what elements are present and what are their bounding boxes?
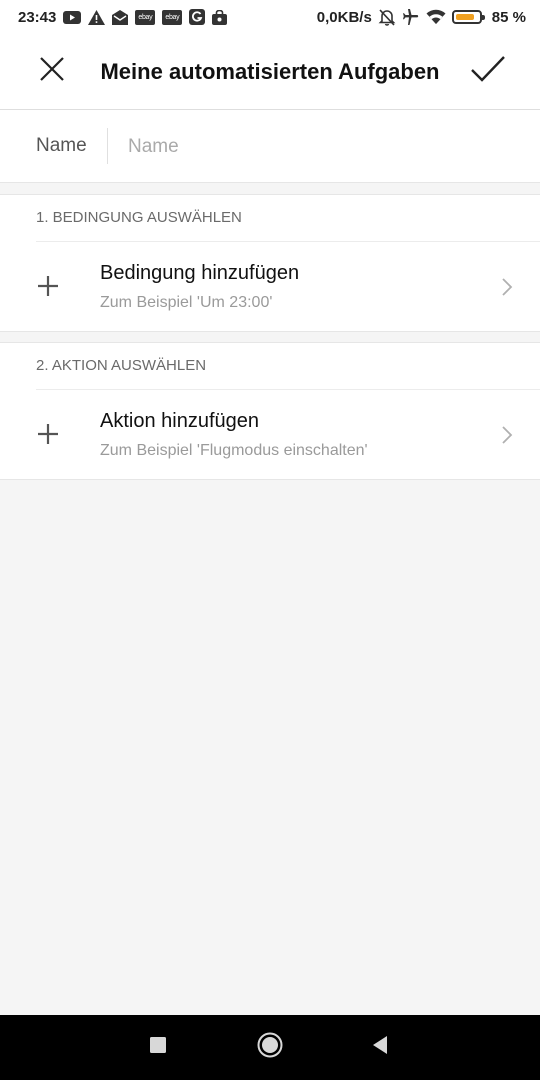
battery-percent: 85 %	[491, 8, 526, 26]
battery-icon	[451, 10, 485, 24]
name-label: Name	[36, 135, 87, 156]
divider	[107, 128, 108, 164]
section-heading: 1. BEDINGUNG AUSWÄHLEN	[36, 195, 540, 242]
add-action-item[interactable]: Aktion hinzufügen Zum Beispiel 'Flugmodu…	[0, 390, 540, 479]
recents-button[interactable]	[128, 1015, 188, 1080]
chevron-right-icon	[500, 278, 514, 296]
add-action-title: Aktion hinzufügen	[100, 410, 260, 432]
add-condition-title: Bedingung hinzufügen	[100, 262, 300, 284]
back-icon	[371, 1035, 389, 1060]
airplane-icon	[402, 8, 420, 26]
bag-icon	[212, 9, 228, 25]
battery-level-fill	[455, 14, 475, 20]
app-g-icon	[189, 9, 206, 25]
add-condition-subtitle: Zum Beispiel 'Um 23:00'	[100, 294, 273, 311]
status-bar: 23:43 ebay ebay 0,0KB/s 85 %	[0, 0, 540, 34]
app-header: Meine automatisierten Aufgaben	[0, 34, 540, 110]
plus-icon	[36, 422, 60, 446]
mail-icon	[112, 9, 129, 25]
back-button[interactable]	[350, 1015, 410, 1080]
confirm-button[interactable]	[458, 34, 518, 109]
name-input[interactable]	[126, 126, 510, 168]
navigation-bar	[0, 1015, 540, 1080]
recents-icon	[149, 1036, 167, 1059]
add-condition-item[interactable]: Bedingung hinzufügen Zum Beispiel 'Um 23…	[0, 242, 540, 331]
wifi-icon	[426, 9, 446, 25]
add-action-subtitle: Zum Beispiel 'Flugmodus einschalten'	[100, 442, 368, 459]
ebay-icon: ebay	[162, 9, 183, 25]
home-icon	[257, 1032, 283, 1063]
warning-icon	[88, 9, 106, 25]
name-row: Name	[0, 110, 540, 183]
plus-icon	[36, 274, 60, 298]
close-icon	[39, 56, 65, 87]
action-section: 2. AKTION AUSWÄHLEN Aktion hinzufügen Zu…	[0, 342, 540, 480]
condition-section: 1. BEDINGUNG AUSWÄHLEN Bedingung hinzufü…	[0, 194, 540, 332]
section-heading: 2. AKTION AUSWÄHLEN	[36, 343, 540, 390]
ebay-icon: ebay	[135, 9, 156, 25]
status-time: 23:43	[18, 8, 57, 26]
home-button[interactable]	[240, 1015, 300, 1080]
network-speed: 0,0KB/s	[316, 8, 372, 26]
close-button[interactable]	[22, 34, 82, 109]
check-icon	[470, 55, 506, 88]
bell-off-icon	[378, 8, 396, 26]
chevron-right-icon	[500, 426, 514, 444]
youtube-icon	[63, 10, 82, 24]
